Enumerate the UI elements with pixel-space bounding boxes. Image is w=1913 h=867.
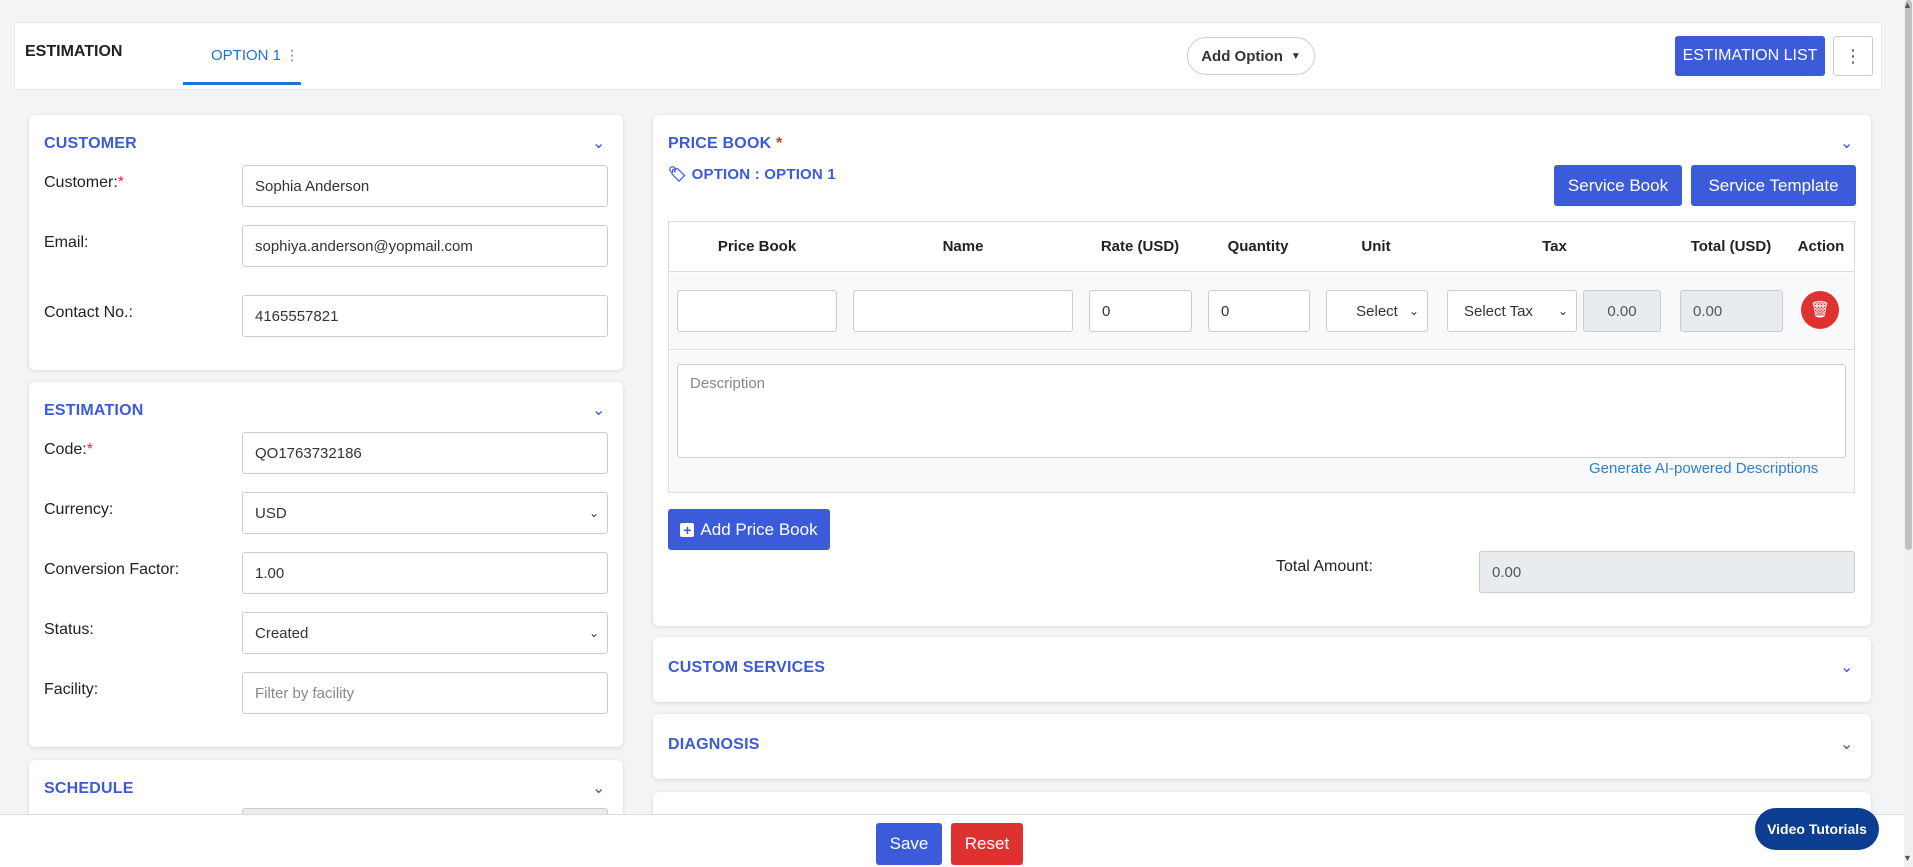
customer-label: Customer:*	[44, 174, 125, 191]
select-arrow-icon: ⌄	[1408, 304, 1419, 318]
customer-field[interactable]: Sophia Anderson	[242, 165, 608, 207]
name-input[interactable]	[853, 290, 1073, 332]
page-header: ESTIMATION OPTION 1 ⋮ Add Option ▼ ESTIM…	[14, 22, 1882, 90]
add-option-button[interactable]: Add Option ▼	[1187, 37, 1315, 75]
service-template-button[interactable]: Service Template	[1691, 165, 1856, 206]
status-label: Status:	[44, 621, 94, 638]
custom-services-card[interactable]	[653, 637, 1871, 702]
total-amount-label: Total Amount:	[1276, 558, 1373, 575]
select-arrow-icon: ⌄	[588, 506, 599, 520]
conversion-factor-field[interactable]: 1.00	[242, 552, 608, 594]
total-amount-field: 0.00	[1479, 551, 1855, 593]
code-label: Code:*	[44, 441, 93, 458]
tab-active-indicator	[183, 82, 301, 85]
facility-filter-input[interactable]: Filter by facility	[242, 672, 608, 714]
estimation-list-button[interactable]: ESTIMATION LIST	[1675, 36, 1825, 76]
service-book-button[interactable]: Service Book	[1554, 165, 1682, 206]
column-header-total: Total (USD)	[1690, 238, 1772, 255]
chevron-down-icon[interactable]: ⌄	[1840, 657, 1853, 677]
tag-icon: 🏷	[668, 166, 688, 183]
column-header-quantity: Quantity	[1227, 238, 1289, 255]
status-value: Created	[255, 624, 309, 642]
scroll-down-arrow-icon[interactable]: ▼	[1903, 853, 1912, 863]
top-strip	[0, 0, 1913, 20]
add-price-book-label: Add Price Book	[700, 519, 818, 539]
currency-label: Currency:	[44, 501, 114, 518]
tab-option-1[interactable]: OPTION 1 ⋮	[183, 23, 301, 85]
scrollbar-thumb[interactable]	[1905, 0, 1912, 550]
chevron-down-icon[interactable]: ⌄	[592, 778, 605, 798]
tax-amount-field: 0.00	[1583, 290, 1661, 332]
price-book-input[interactable]	[677, 290, 837, 332]
description-textarea[interactable]: Description	[677, 364, 1846, 458]
diagnosis-section-title: DIAGNOSIS	[668, 736, 760, 753]
page-title: ESTIMATION	[25, 43, 123, 60]
status-select[interactable]: Created ⌄	[242, 612, 608, 654]
custom-services-section-title: CUSTOM SERVICES	[668, 659, 826, 676]
column-header-tax: Tax	[1542, 238, 1567, 255]
diagnosis-card[interactable]	[653, 714, 1871, 779]
code-field[interactable]: QO1763732186	[242, 432, 608, 474]
chevron-down-icon[interactable]: ⌄	[592, 133, 605, 153]
column-header-price-book: Price Book	[717, 238, 797, 255]
tax-select[interactable]: Select Tax ⌄	[1447, 290, 1577, 332]
tab-menu-icon[interactable]: ⋮	[285, 47, 299, 64]
tab-label: OPTION 1	[211, 47, 282, 64]
rate-input[interactable]: 0	[1089, 290, 1192, 332]
tax-select-value: Select Tax	[1464, 302, 1533, 320]
select-arrow-icon: ⌄	[588, 626, 599, 640]
save-button[interactable]: Save	[876, 823, 942, 865]
conversion-factor-label: Conversion Factor:	[44, 561, 180, 578]
plus-square-icon: +	[680, 522, 695, 537]
chevron-down-icon[interactable]: ⌄	[1840, 133, 1853, 153]
chevron-down-icon[interactable]: ⌄	[1840, 734, 1853, 754]
chevron-down-icon[interactable]: ⌄	[592, 400, 605, 420]
column-header-rate: Rate (USD)	[1100, 238, 1180, 255]
column-header-action: Action	[1797, 238, 1845, 255]
column-header-name: Name	[942, 238, 984, 255]
unit-select-value: Select	[1356, 302, 1398, 320]
reset-button[interactable]: Reset	[951, 823, 1023, 865]
facility-label: Facility:	[44, 681, 99, 698]
caret-down-icon: ▼	[1290, 50, 1301, 62]
ai-description-link[interactable]: Generate AI-powered Descriptions	[1589, 460, 1818, 477]
estimation-section-title: ESTIMATION	[44, 402, 144, 419]
contact-label: Contact No.:	[44, 304, 133, 321]
quantity-input[interactable]: 0	[1208, 290, 1310, 332]
total-field: 0.00	[1680, 290, 1783, 332]
add-price-book-button[interactable]: + Add Price Book	[668, 509, 830, 550]
price-book-section-title: PRICE BOOK *	[668, 135, 783, 152]
option-label: 🏷 OPTION : OPTION 1	[668, 166, 836, 183]
trash-icon[interactable]: 🗑	[1801, 291, 1839, 329]
customer-section-title: CUSTOMER	[44, 135, 137, 152]
video-tutorials-button[interactable]: Video Tutorials	[1755, 808, 1879, 850]
unit-select[interactable]: Select ⌄	[1326, 290, 1428, 332]
kebab-icon[interactable]: ⋮	[1833, 36, 1873, 76]
email-field[interactable]: sophiya.anderson@yopmail.com	[242, 225, 608, 267]
scroll-up-arrow-icon[interactable]: ▲	[1903, 0, 1912, 10]
currency-value: USD	[255, 504, 287, 522]
column-header-unit: Unit	[1361, 238, 1391, 255]
select-arrow-icon: ⌄	[1557, 304, 1568, 318]
currency-select[interactable]: USD ⌄	[242, 492, 608, 534]
contact-field[interactable]: 4165557821	[242, 295, 608, 337]
add-option-label: Add Option	[1201, 47, 1283, 65]
schedule-section-title: SCHEDULE	[44, 780, 134, 797]
email-label: Email:	[44, 234, 89, 251]
